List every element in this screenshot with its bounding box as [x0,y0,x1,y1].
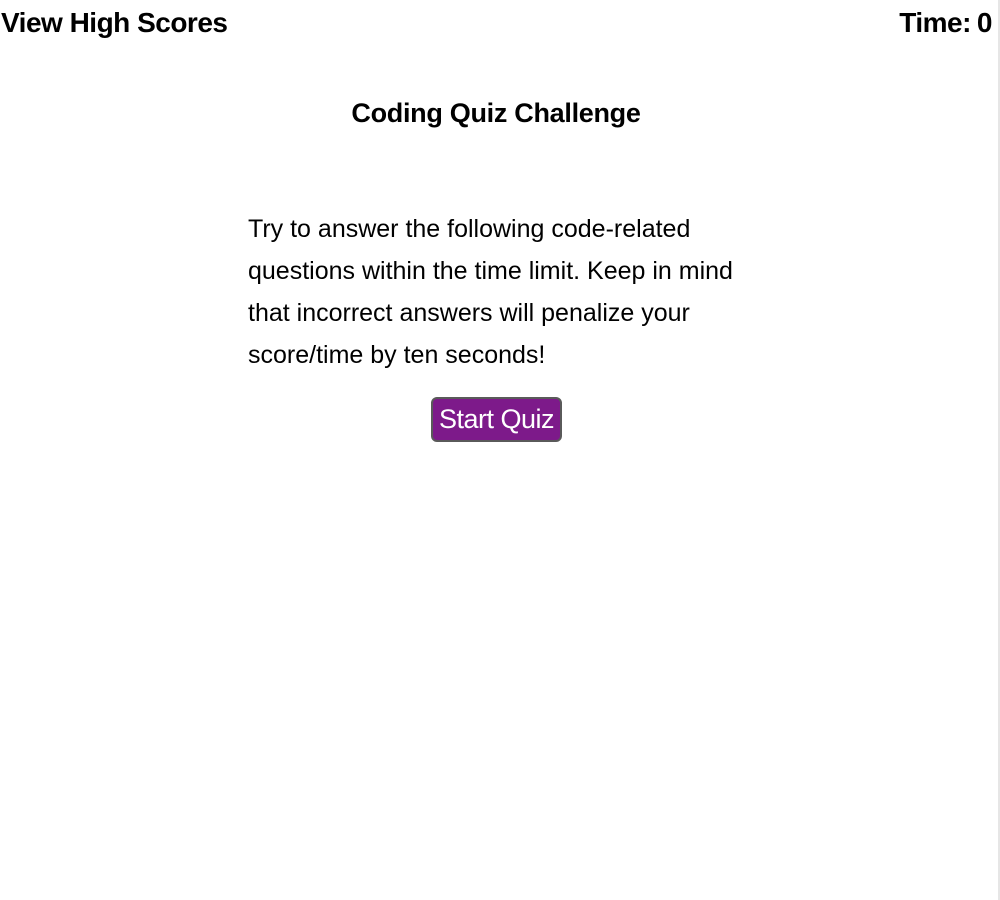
timer-label: Time: [899,7,971,38]
view-high-scores-link[interactable]: View High Scores [1,7,228,39]
timer: Time: 0 [899,7,992,39]
start-quiz-button[interactable]: Start Quiz [431,397,562,442]
quiz-instructions: Try to answer the following code-related… [248,215,733,369]
timer-value: 0 [976,7,993,38]
top-bar: View High Scores Time: 0 [0,0,994,50]
page-title: Coding Quiz Challenge [351,98,641,128]
